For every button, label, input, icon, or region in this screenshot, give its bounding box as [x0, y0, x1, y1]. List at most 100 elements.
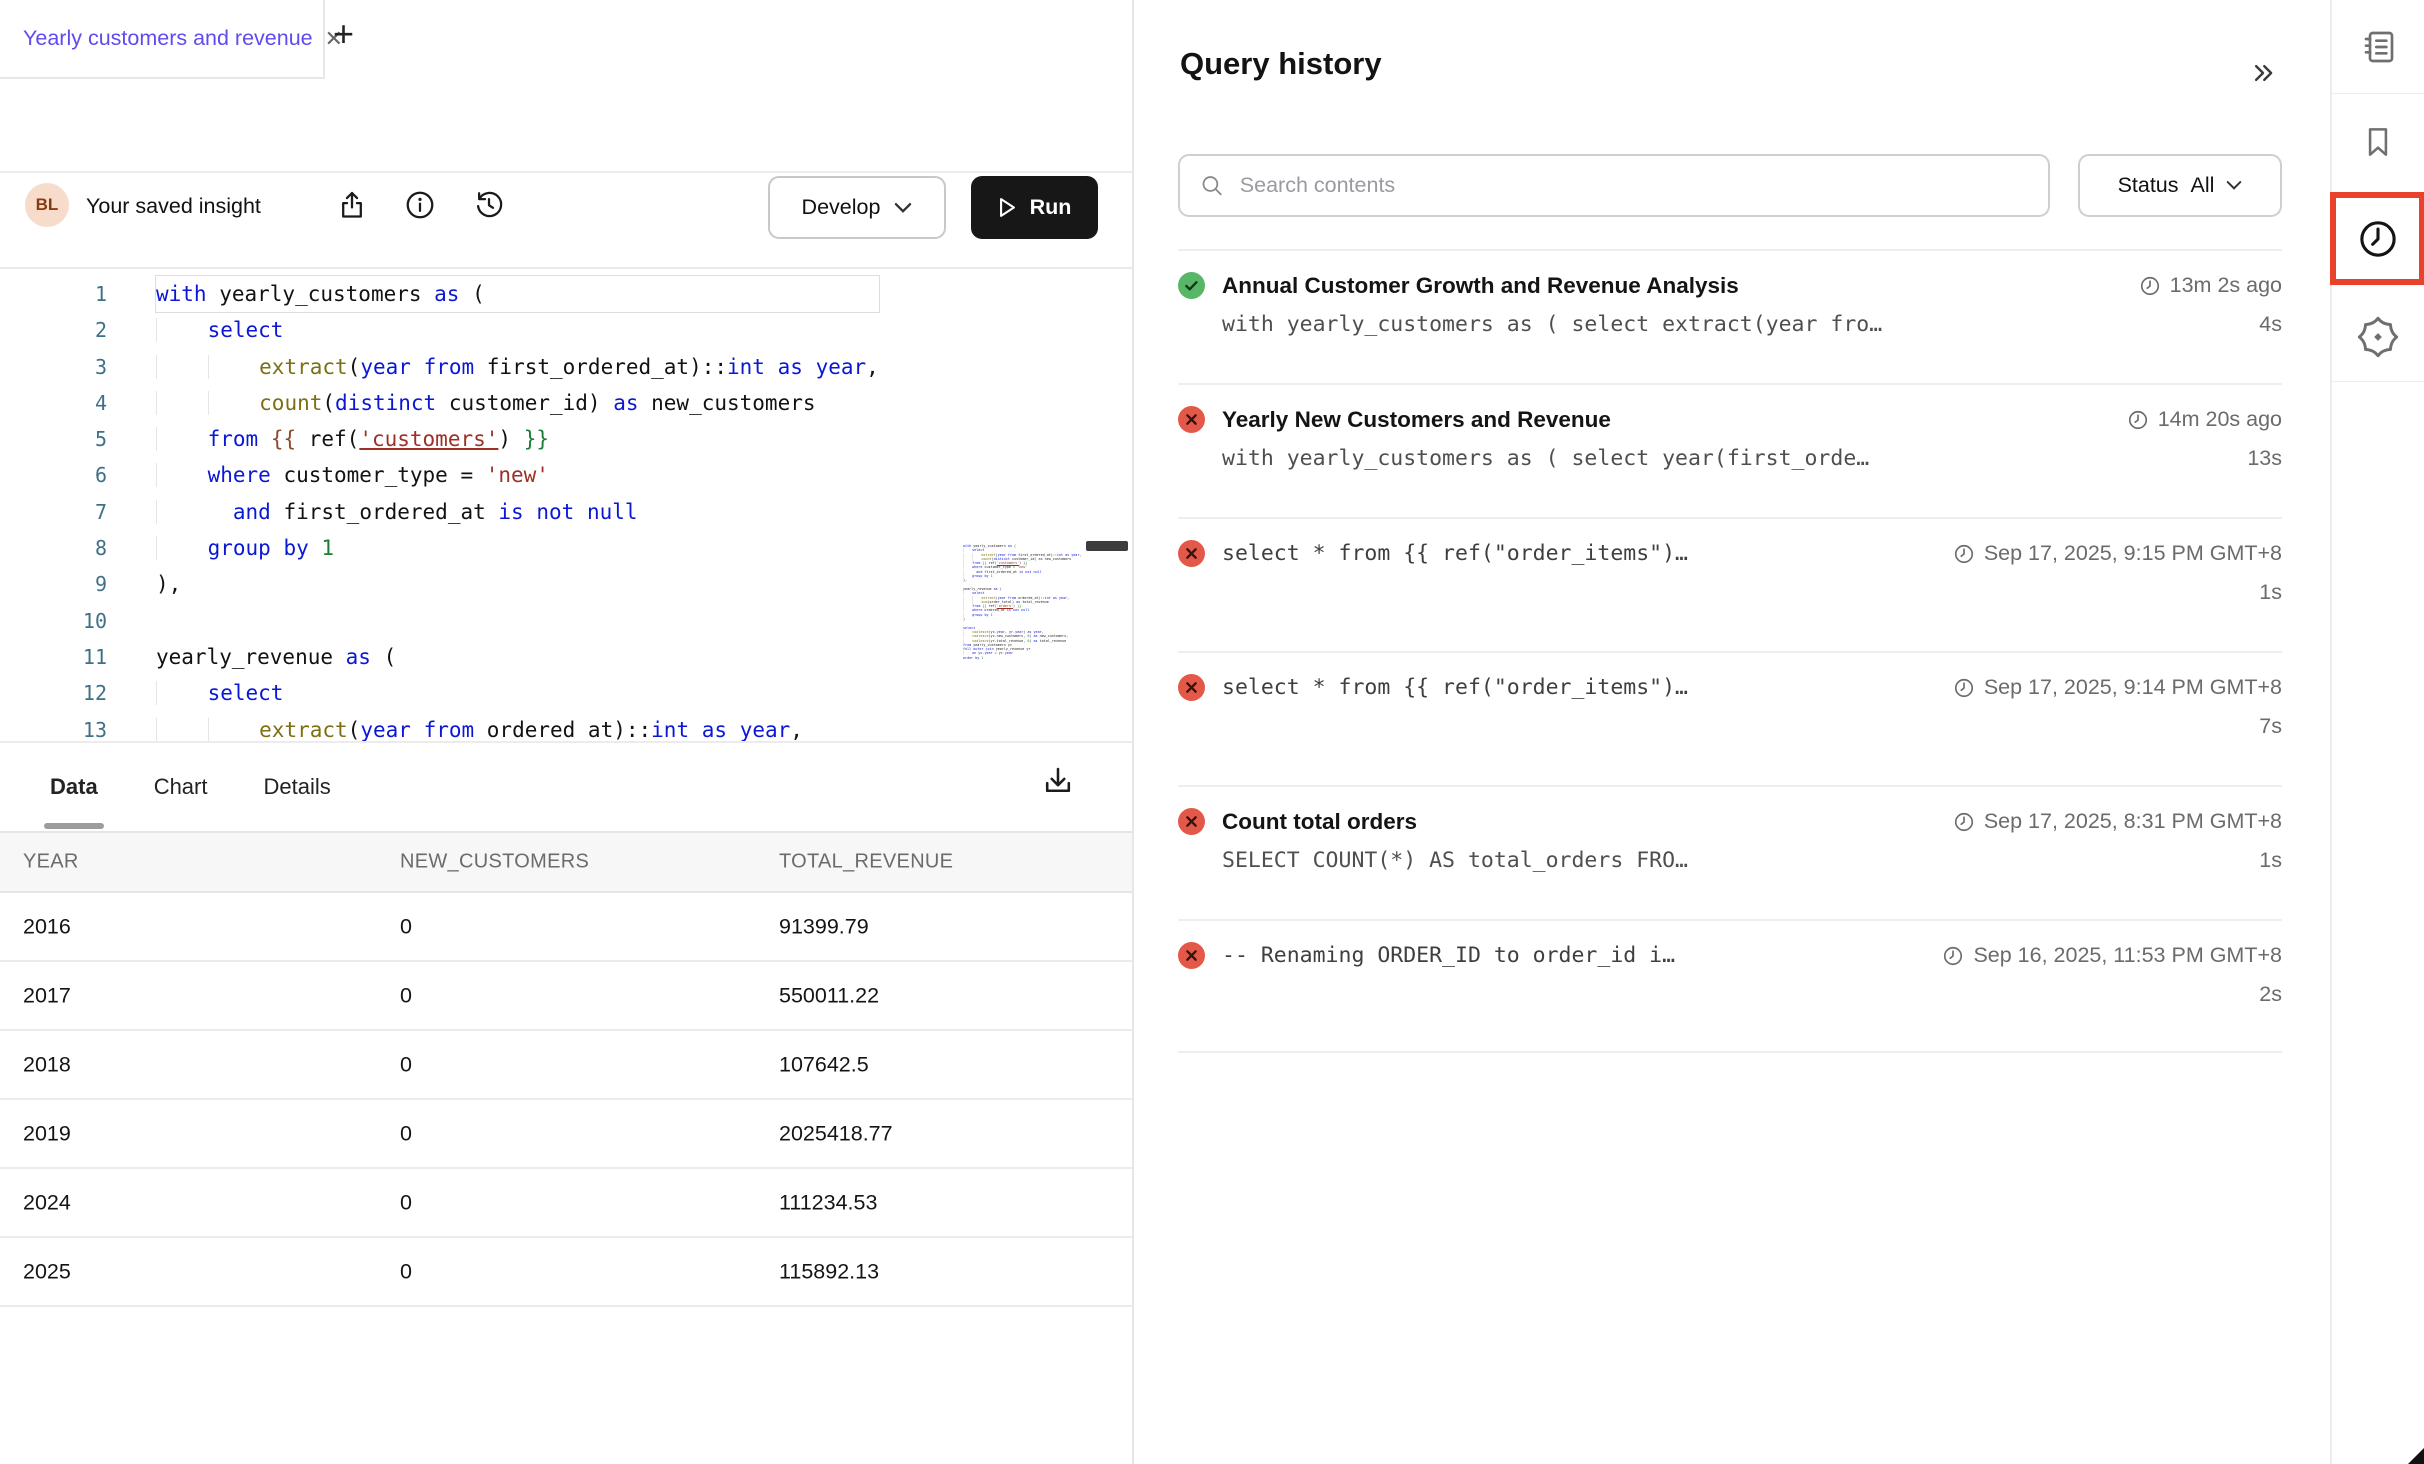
results-tab-details[interactable]: Details [263, 743, 330, 831]
results-tab-bar: Data Chart Details [0, 741, 1132, 831]
query-history-item[interactable]: Annual Customer Growth and Revenue Analy… [1178, 249, 2282, 383]
code-line[interactable]: select [156, 675, 879, 711]
table-cell: 0 [400, 983, 412, 1008]
clock-icon [2139, 275, 2161, 297]
clock-icon [1942, 945, 1964, 967]
table-row[interactable]: 201902025418.77 [0, 1100, 1132, 1169]
query-history-list: Annual Customer Growth and Revenue Analy… [1178, 249, 2282, 1053]
error-x-icon [1178, 540, 1205, 567]
history-search-box[interactable] [1178, 154, 2050, 217]
clock-icon [2127, 409, 2149, 431]
results-table-body: 2016091399.7920170550011.2220180107642.5… [0, 893, 1132, 1307]
code-line[interactable]: extract(year from ordered_at)::int as ye… [156, 712, 879, 741]
minimap[interactable]: with yearly_customers as ( select extrac… [963, 544, 1103, 660]
code-line[interactable]: from {{ ref('customers') }} [156, 421, 879, 457]
history-item-duration: 1s [2259, 848, 2282, 873]
error-x-icon [1178, 808, 1205, 835]
notebook-icon[interactable] [2358, 27, 2398, 67]
search-input[interactable] [1240, 173, 2028, 198]
history-item-timestamp: Sep 17, 2025, 9:14 PM GMT+8 [1984, 675, 2282, 700]
error-x-icon [1178, 406, 1205, 433]
right-icon-rail [2330, 0, 2424, 1464]
history-item-timestamp: 14m 20s ago [2158, 407, 2282, 432]
history-item-title: Yearly New Customers and Revenue [1222, 407, 1611, 433]
results-table-header: YEARNEW_CUSTOMERSTOTAL_REVENUE [0, 831, 1132, 893]
history-item-title: Count total orders [1222, 809, 1417, 835]
history-item-title: -- Renaming ORDER_ID to order_id i… [1222, 943, 1675, 968]
status-filter-value: All [2191, 173, 2215, 198]
status-filter-dropdown[interactable]: Status All [2078, 154, 2282, 217]
table-cell: 0 [400, 1190, 412, 1215]
rail-divider [2332, 381, 2424, 382]
code-line[interactable]: ), [156, 566, 879, 602]
line-numbers: 12345678910111213 [0, 276, 107, 741]
query-history-item[interactable]: Count total orders Sep 17, 2025, 8:31 PM … [1178, 785, 2282, 919]
history-item-title: Annual Customer Growth and Revenue Analy… [1222, 273, 1739, 299]
download-results-icon[interactable] [1040, 763, 1076, 799]
table-cell: 550011.22 [779, 983, 879, 1008]
mouse-cursor [2408, 1448, 2424, 1464]
new-tab-button[interactable]: + [333, 16, 354, 52]
code-line[interactable]: group by 1 [156, 530, 879, 566]
bookmark-icon[interactable] [2359, 123, 2397, 161]
history-item-duration: 4s [2259, 312, 2282, 337]
code-line[interactable]: with yearly_customers as ( [156, 276, 879, 312]
history-item-title: select * from {{ ref("order_items")… [1222, 675, 1688, 700]
table-cell: 107642.5 [779, 1052, 869, 1077]
rail-divider [2332, 93, 2424, 94]
table-cell: 2025418.77 [779, 1121, 893, 1146]
code-line[interactable]: where customer_type = 'new' [156, 457, 879, 493]
table-row[interactable]: 20240111234.53 [0, 1169, 1132, 1238]
code-line[interactable]: extract(year from first_ordered_at)::int… [156, 349, 879, 385]
table-row[interactable]: 20170550011.22 [0, 962, 1132, 1031]
history-item-timestamp: 13m 2s ago [2170, 273, 2282, 298]
query-history-item[interactable]: select * from {{ ref("order_items")…Sep … [1178, 517, 2282, 651]
results-tab-data[interactable]: Data [50, 743, 98, 831]
document-header: BL Your saved insight Develop Run [0, 79, 1132, 173]
history-item-sql-preview: SELECT COUNT(*) AS total_orders FRO… [1222, 848, 1688, 873]
table-cell: 2018 [23, 1052, 71, 1077]
table-row[interactable]: 2016 0 91399.79 [0, 893, 1132, 962]
code-line[interactable]: yearly_revenue as ( [156, 639, 879, 675]
table-cell: 0 [400, 914, 412, 939]
code-line[interactable]: count(distinct customer_id) as new_custo… [156, 385, 879, 421]
table-cell: 0 [400, 1259, 412, 1284]
clock-icon [1953, 543, 1975, 565]
scrollbar-thumb[interactable] [1086, 541, 1128, 551]
history-item-sql-preview: with yearly_customers as ( select year(f… [1222, 446, 1869, 471]
error-x-icon [1178, 942, 1205, 969]
results-tab-chart[interactable]: Chart [154, 743, 208, 831]
table-cell: 115892.13 [779, 1259, 879, 1284]
query-history-title: Query history [1180, 46, 1382, 82]
query-history-item[interactable]: -- Renaming ORDER_ID to order_id i…Sep 1… [1178, 919, 2282, 1053]
query-history-item[interactable]: Yearly New Customers and Revenue 14m 20s … [1178, 383, 2282, 517]
table-cell: 91399.79 [779, 914, 869, 939]
table-cell: 2024 [23, 1190, 71, 1215]
code-line[interactable]: select [156, 312, 879, 348]
tab-yearly-customers-and-revenue[interactable]: Yearly customers and revenue ✕ [0, 0, 325, 79]
chevron-down-icon [2226, 180, 2242, 191]
code-line[interactable] [156, 603, 879, 639]
tab-bar: Yearly customers and revenue ✕ + [0, 0, 1132, 79]
column-header: NEW_CUSTOMERS [400, 851, 589, 874]
query-history-item[interactable]: select * from {{ ref("order_items")… Sep … [1178, 651, 2282, 785]
code-line[interactable]: and first_ordered_at is not null [156, 494, 879, 530]
table-row[interactable]: 20180107642.5 [0, 1031, 1132, 1100]
sql-code-editor[interactable]: 12345678910111213 with yearly_customers … [0, 269, 1132, 741]
editor-panel: Yearly customers and revenue ✕ + BL Your… [0, 0, 1132, 1464]
history-item-title: select * from {{ ref("order_items")… [1222, 541, 1688, 566]
table-cell: 2025 [23, 1259, 71, 1284]
dbt-explore-icon[interactable] [2356, 315, 2400, 359]
history-item-duration: 7s [2259, 714, 2282, 739]
clock-history-icon [2356, 217, 2400, 261]
table-row[interactable]: 2025 0 115892.13 [0, 1238, 1132, 1307]
tab-title: Yearly customers and revenue [23, 26, 313, 51]
collapse-panel-icon[interactable] [2248, 58, 2278, 88]
history-item-sql-preview: with yearly_customers as ( select extrac… [1222, 312, 1882, 337]
history-item-duration: 13s [2247, 446, 2282, 471]
query-history-button-highlighted[interactable] [2330, 192, 2424, 285]
status-filter-label: Status [2118, 173, 2179, 198]
column-header: TOTAL_REVENUE [779, 851, 953, 874]
table-cell: 2016 [23, 914, 71, 939]
history-item-timestamp: Sep 17, 2025, 8:31 PM GMT+8 [1984, 809, 2282, 834]
